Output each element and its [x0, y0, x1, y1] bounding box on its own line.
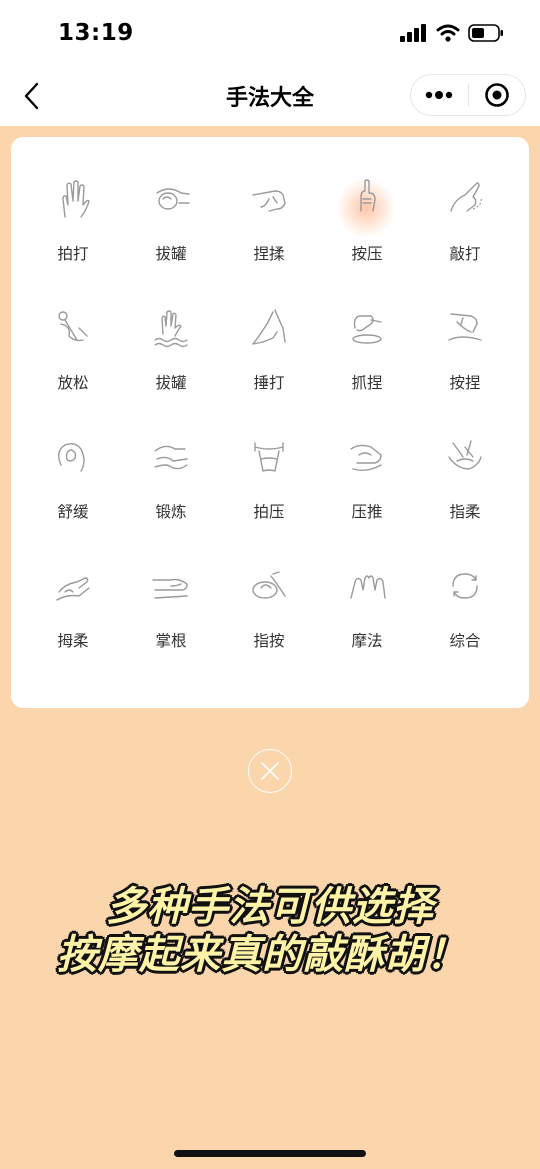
massage-tool-icon — [49, 304, 97, 352]
waist-icon — [245, 433, 293, 481]
header-area: 13:19 手法大全 — [0, 0, 540, 126]
technique-item[interactable]: 按捏 — [416, 304, 514, 433]
close-icon — [261, 762, 279, 780]
technique-label: 拍打 — [57, 245, 89, 263]
technique-label: 锻炼 — [155, 503, 187, 521]
grab-hand-icon — [343, 304, 391, 352]
rub-hands-icon — [343, 562, 391, 610]
palm-root-icon — [147, 562, 195, 610]
promo-line-2: 按摩起来真的敲酥胡！ — [57, 932, 467, 978]
mini-program-capsule — [410, 74, 526, 116]
technique-item[interactable]: 综合 — [416, 562, 514, 691]
status-time: 13:19 — [58, 20, 134, 46]
pinch-hand-icon — [245, 175, 293, 223]
thumb-soft-icon — [49, 562, 97, 610]
signal-icon — [400, 24, 426, 42]
technique-label: 摩法 — [351, 632, 383, 650]
exit-button[interactable] — [469, 75, 526, 115]
technique-label: 指按 — [253, 632, 285, 650]
more-dots-icon — [426, 91, 453, 99]
technique-label: 掌根 — [155, 632, 187, 650]
push-hand-icon — [343, 433, 391, 481]
palm-hand-icon — [49, 175, 97, 223]
technique-item[interactable]: 拍压 — [220, 433, 318, 562]
technique-item[interactable]: 拍打 — [24, 175, 122, 304]
finger-soft-icon — [441, 433, 489, 481]
wave-lines-icon — [147, 433, 195, 481]
tap-hand-icon — [441, 175, 489, 223]
technique-label: 拔罐 — [155, 245, 187, 263]
technique-label: 捏揉 — [253, 245, 285, 263]
technique-label: 拇柔 — [57, 632, 89, 650]
technique-item[interactable]: 拔罐 — [122, 304, 220, 433]
technique-grid: 拍打 拔罐 捏揉 按压 敲打 放松 拔罐 捶打 抓捏 按捏 舒缓 锻炼 拍压 压推 指柔 拇柔 掌根 指按 摩法 综合 — [24, 175, 514, 691]
home-indicator — [174, 1150, 366, 1157]
technique-item[interactable]: 指柔 — [416, 433, 514, 562]
technique-label: 压推 — [351, 503, 383, 521]
technique-panel: 拍打 拔罐 捏揉 按压 敲打 放松 拔罐 捶打 抓捏 按捏 舒缓 锻炼 拍压 压推 指柔 拇柔 掌根 指按 摩法 综合 — [11, 137, 529, 708]
technique-label: 敲打 — [449, 245, 481, 263]
technique-label: 拍压 — [253, 503, 285, 521]
thumb-press-icon — [337, 175, 395, 237]
technique-item[interactable]: 摩法 — [318, 562, 416, 691]
technique-label: 放松 — [57, 374, 89, 392]
technique-item[interactable]: 拇柔 — [24, 562, 122, 691]
technique-item[interactable]: 按压 — [318, 175, 416, 304]
cupping-hand-icon — [147, 175, 195, 223]
navbar: 手法大全 — [0, 66, 540, 126]
technique-label: 舒缓 — [57, 503, 89, 521]
battery-icon — [468, 24, 503, 42]
soothe-icon — [49, 433, 97, 481]
technique-item[interactable]: 舒缓 — [24, 433, 122, 562]
press-pinch-icon — [441, 304, 489, 352]
finger-press-icon — [245, 562, 293, 610]
status-icons — [400, 24, 504, 42]
close-button[interactable] — [248, 749, 292, 793]
status-bar: 13:19 — [0, 0, 540, 66]
wifi-icon — [436, 24, 460, 42]
technique-label: 指柔 — [449, 503, 481, 521]
technique-item[interactable]: 锻炼 — [122, 433, 220, 562]
technique-item[interactable]: 拔罐 — [122, 175, 220, 304]
technique-item[interactable]: 敲打 — [416, 175, 514, 304]
technique-label: 捶打 — [253, 374, 285, 392]
technique-item[interactable]: 抓捏 — [318, 304, 416, 433]
target-icon — [484, 83, 509, 107]
technique-item[interactable]: 压推 — [318, 433, 416, 562]
technique-label: 综合 — [449, 632, 481, 650]
more-button[interactable] — [411, 75, 468, 115]
technique-item[interactable]: 捏揉 — [220, 175, 318, 304]
wave-hand-icon — [147, 304, 195, 352]
hammer-hand-icon — [245, 304, 293, 352]
technique-label: 按捏 — [449, 374, 481, 392]
technique-label: 按压 — [351, 245, 383, 263]
technique-item[interactable]: 指按 — [220, 562, 318, 691]
technique-label: 抓捏 — [351, 374, 383, 392]
technique-item[interactable]: 放松 — [24, 304, 122, 433]
technique-item[interactable]: 掌根 — [122, 562, 220, 691]
technique-label: 拔罐 — [155, 374, 187, 392]
technique-item[interactable]: 捶打 — [220, 304, 318, 433]
cycle-arrows-icon — [441, 562, 489, 610]
